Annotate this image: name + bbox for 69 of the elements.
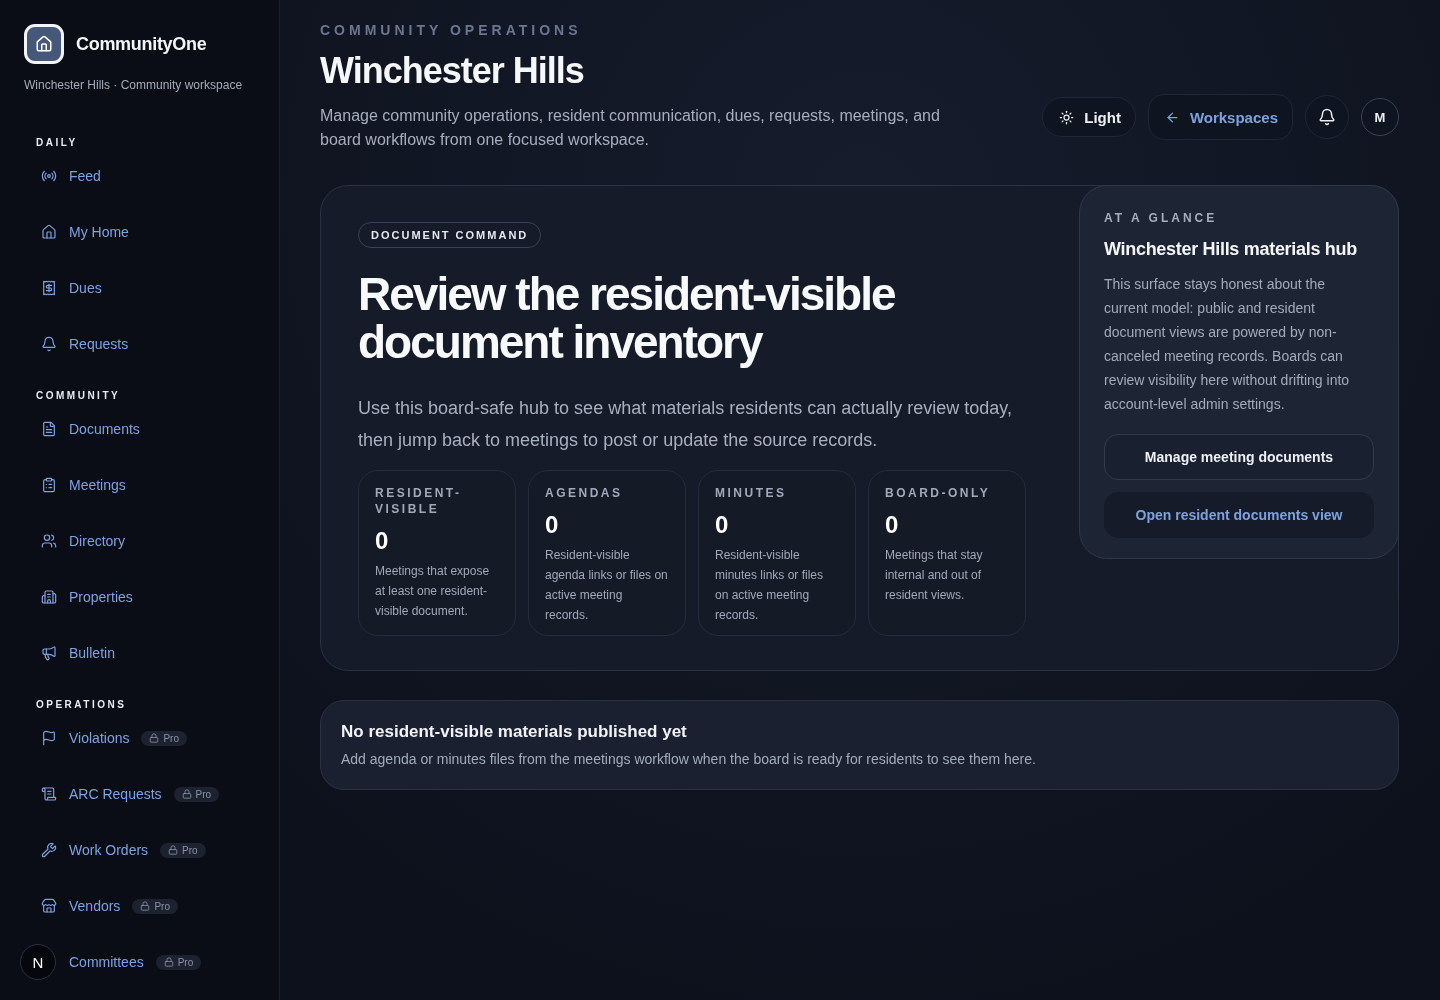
manage-documents-button[interactable]: Manage meeting documents xyxy=(1104,434,1374,480)
theme-button[interactable]: Light xyxy=(1042,97,1136,137)
bell-icon xyxy=(41,336,57,352)
nav-item[interactable]: Requests xyxy=(41,324,129,364)
section-heading: COMMUNITY xyxy=(36,390,122,401)
panel-eyebrow: AT A GLANCE xyxy=(1104,211,1219,225)
stat-label: BOARD-ONLY xyxy=(885,485,992,501)
stat-value: 0 xyxy=(545,511,560,539)
stat-label: MINUTES xyxy=(715,485,788,501)
building-icon xyxy=(41,589,57,605)
megaphone-icon xyxy=(41,645,57,661)
nav-item[interactable]: Properties xyxy=(41,577,133,617)
dev-tools-button[interactable]: N xyxy=(20,944,56,980)
page-description: Manage community operations, resident communication, dues, requests, meetings, and board workflows from one focused workspace. xyxy=(320,106,941,150)
brand-name: CommunityOne xyxy=(76,33,207,55)
stat-value: 0 xyxy=(375,527,390,555)
receipt-icon xyxy=(41,280,57,296)
clipboard-icon xyxy=(41,477,57,493)
logo-icon xyxy=(24,24,64,64)
pro-badge: Pro xyxy=(132,898,178,914)
stat-note: Meetings that expose at least one resident-visible document. xyxy=(375,563,491,620)
stat-value: 0 xyxy=(715,511,730,539)
pro-badge: Pro xyxy=(155,954,202,970)
house-icon xyxy=(41,224,57,240)
pro-badge: Pro xyxy=(173,786,220,802)
wrench-icon xyxy=(41,842,57,858)
workspaces-button[interactable]: Workspaces xyxy=(1147,94,1293,140)
empty-text: Add agenda or minutes files from the meetings workflow when the board is ready for residents to see them here. xyxy=(341,751,1037,767)
section-heading: DAILY xyxy=(36,137,79,148)
notifications-button[interactable] xyxy=(1305,95,1349,139)
empty-title: No resident-visible materials published yet xyxy=(341,722,688,742)
panel-title: Winchester Hills materials hub xyxy=(1104,239,1358,260)
pro-badge: Pro xyxy=(141,730,187,746)
stat-value: 0 xyxy=(885,511,900,539)
nav-item[interactable]: Meetings xyxy=(41,465,126,505)
scroll-icon xyxy=(41,786,57,802)
people-icon xyxy=(41,533,57,549)
document-icon xyxy=(41,421,57,437)
workspace-subtitle: Winchester Hills · Community workspace xyxy=(24,78,244,92)
stat-note: Resident-visible minutes links or files on active meeting records. xyxy=(715,547,825,624)
stat-label: AGENDAS xyxy=(545,485,624,501)
nav-item[interactable]: Directory xyxy=(41,521,125,561)
nav-item[interactable]: Work Orders Pro xyxy=(41,830,206,870)
bell-icon xyxy=(1318,108,1336,126)
nav-item[interactable]: My Home xyxy=(41,212,129,252)
resident-view-button[interactable]: Open resident documents view xyxy=(1104,492,1374,538)
nav-item[interactable]: Bulletin xyxy=(41,633,115,673)
radio-icon xyxy=(41,168,57,184)
stat-note: Resident-visible agenda links or files on active meeting records. xyxy=(545,547,669,624)
flag-icon xyxy=(41,730,57,746)
section-heading: OPERATIONS xyxy=(36,699,128,710)
pro-badge: Pro xyxy=(160,842,206,858)
nav-item[interactable]: Violations Pro xyxy=(41,718,187,758)
avatar-button[interactable]: M xyxy=(1361,98,1399,136)
stat-note: Meetings that stay internal and out of resident views. xyxy=(885,547,984,604)
nav-item[interactable]: Feed xyxy=(41,156,101,196)
hero-description: Use this board-safe hub to see what materials residents can actually review today, then jump back to meetings to post or update the source records. xyxy=(358,397,1013,452)
nav-item[interactable]: Dues xyxy=(41,268,102,308)
nav-item[interactable]: Committees Pro xyxy=(69,942,202,982)
sun-icon xyxy=(1059,109,1075,125)
nav-item[interactable]: Vendors Pro xyxy=(41,886,178,926)
stat-label: RESIDENT-VISIBLE xyxy=(375,485,463,517)
store-icon xyxy=(41,898,57,914)
panel-text: This surface stays honest about the current model: public and resident document views are powered by non-canceled meeting records. Boards can review visibility here without drifting into account-level admin settings. xyxy=(1104,275,1351,414)
nav-item[interactable]: ARC Requests Pro xyxy=(41,774,220,814)
page-eyebrow: COMMUNITY OPERATIONS xyxy=(320,22,583,38)
nav-item[interactable]: Documents xyxy=(41,409,140,449)
page-title: Winchester Hills xyxy=(320,50,585,92)
hero-title: Review the resident-visible document inventory xyxy=(358,270,896,366)
